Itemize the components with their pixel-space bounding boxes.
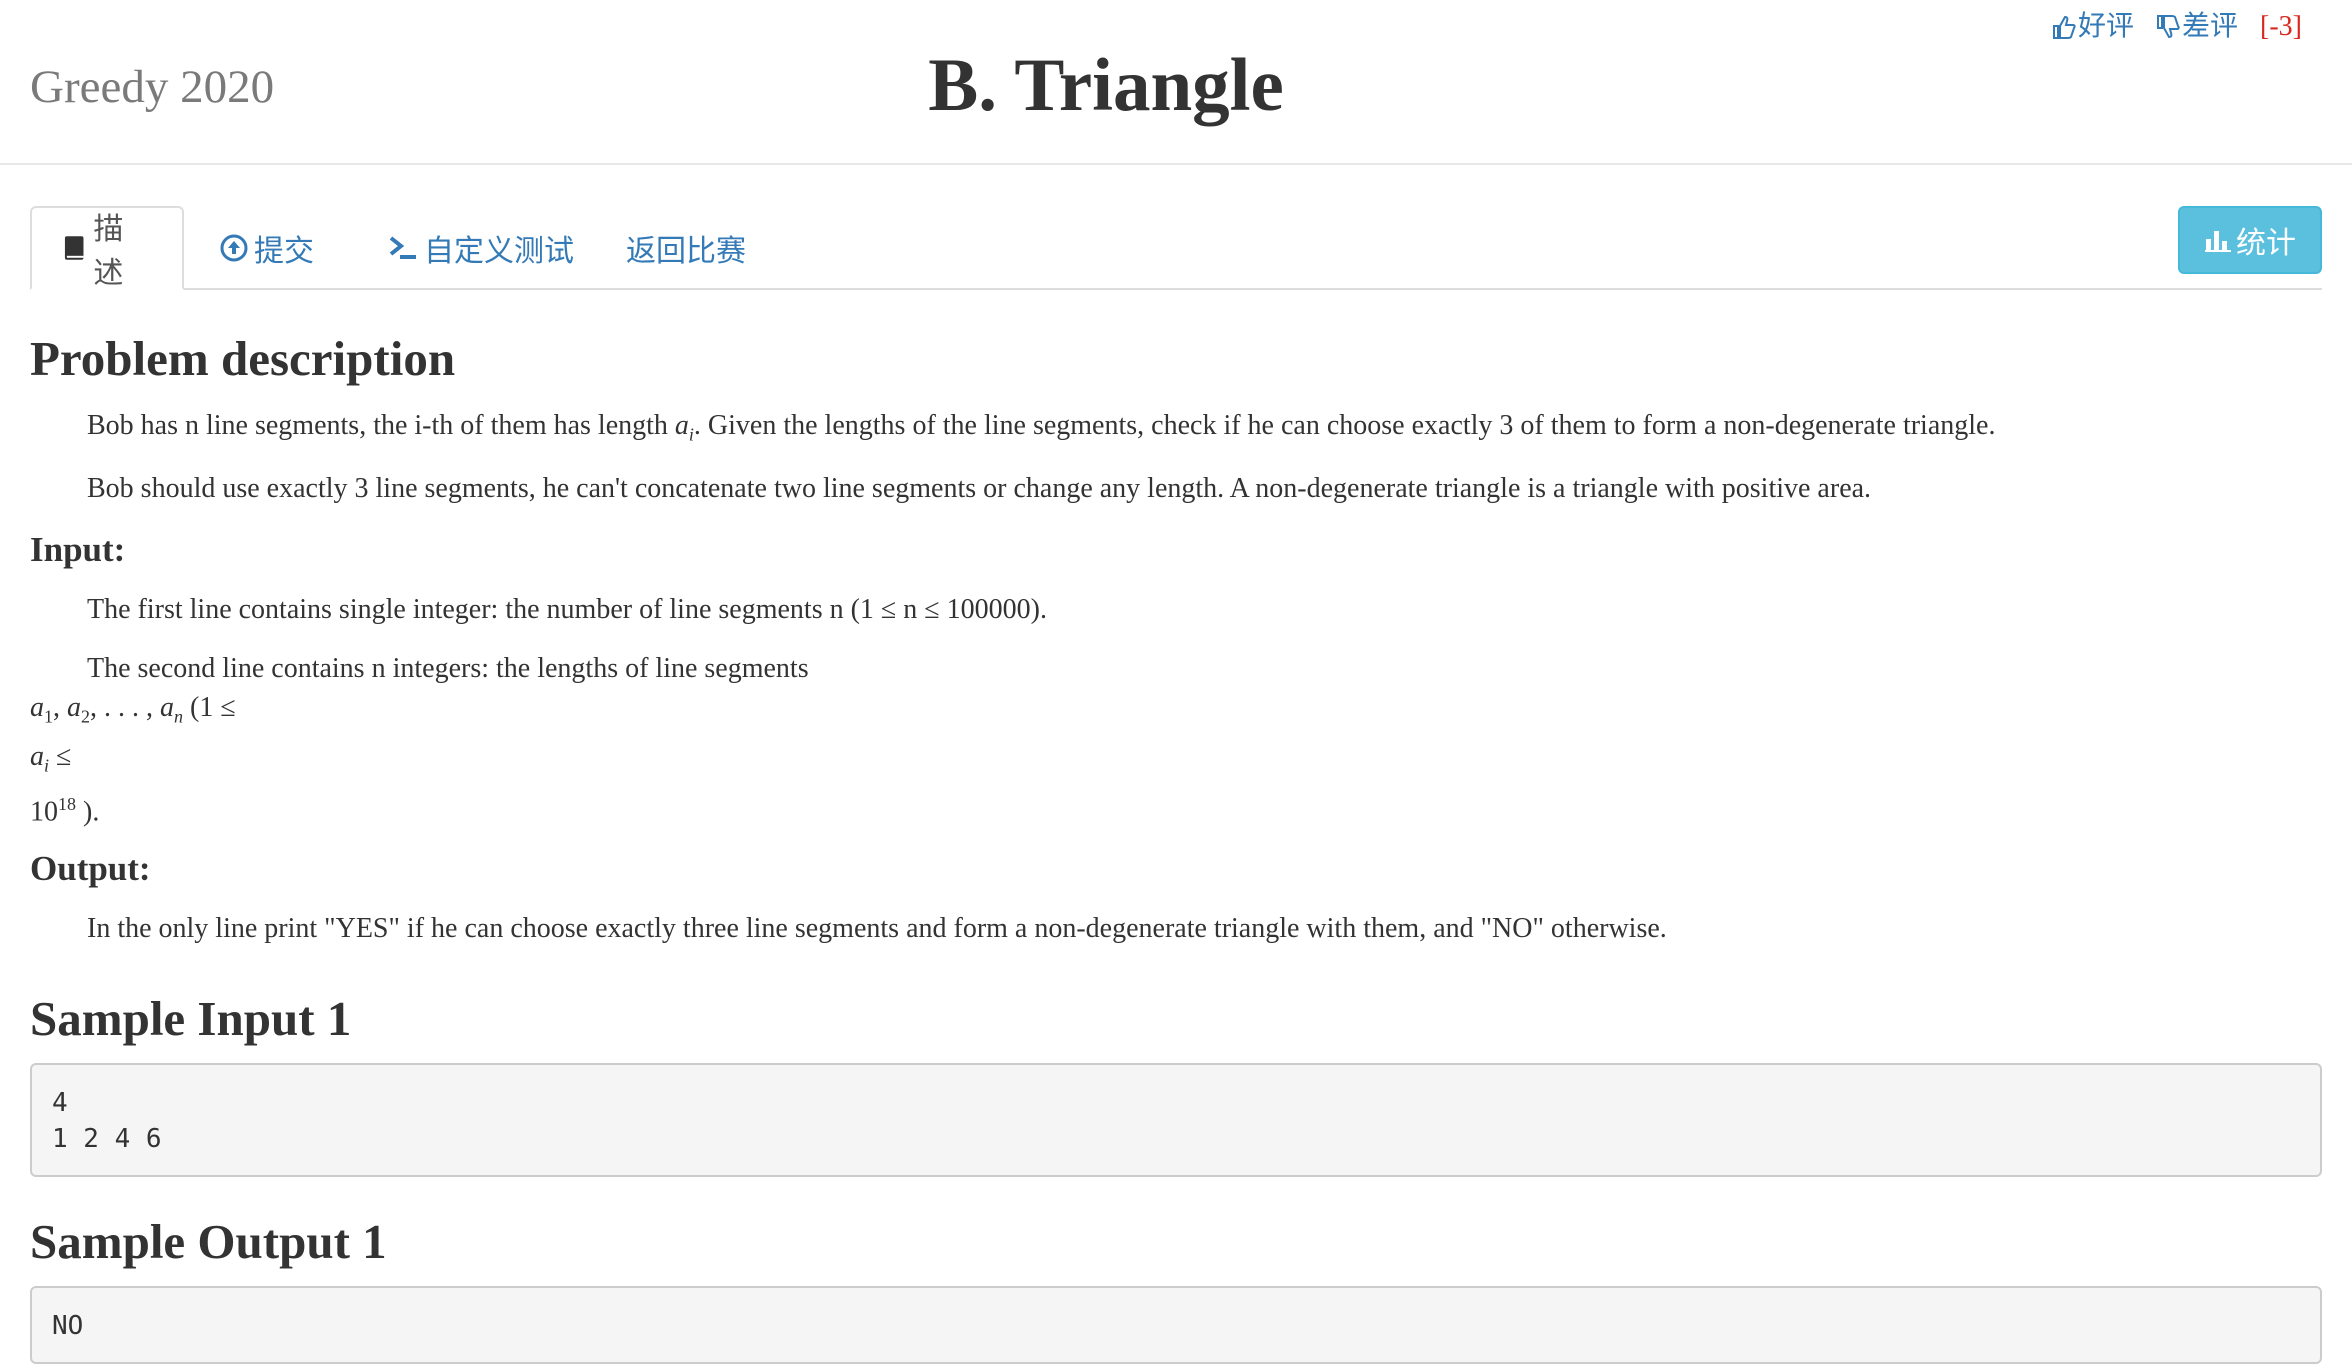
description-paragraph-1: Bob has n line segments, the i-th of the… bbox=[87, 410, 1996, 445]
sample-output-box[interactable]: NO bbox=[30, 1286, 2322, 1365]
tab-back-to-contest[interactable]: 返回比赛 bbox=[596, 206, 776, 290]
rating-bar: 好评 差评 [-3] bbox=[2052, 10, 2302, 44]
tab-custom-test[interactable]: 自定义测试 bbox=[358, 206, 604, 290]
output-paragraph-1: In the only line print "YES" if he can c… bbox=[87, 913, 1667, 945]
description-paragraph-2: Bob should use exactly 3 line segments, … bbox=[87, 473, 1872, 505]
rating-score: [-3] bbox=[2260, 11, 2302, 42]
good-rating-button[interactable]: 好评 bbox=[2052, 10, 2134, 44]
page-title: B. Triangle bbox=[928, 44, 1284, 127]
input-paragraph-2: The second line contains n integers: the… bbox=[87, 653, 809, 685]
tab-submit-label: 提交 bbox=[254, 235, 314, 268]
output-heading: Output: bbox=[30, 849, 151, 889]
tab-custom-test-label: 自定义测试 bbox=[424, 235, 574, 268]
tab-back-label: 返回比赛 bbox=[626, 235, 746, 268]
description-heading: Problem description bbox=[30, 331, 456, 386]
thumbs-up-icon bbox=[2052, 15, 2076, 39]
sample-input-box[interactable]: 4 1 2 4 6 bbox=[30, 1063, 2322, 1178]
page-header: Greedy 2020 B. Triangle 好评 差评 [-3] bbox=[0, 0, 2352, 165]
math-a-i: ai bbox=[674, 410, 694, 445]
tab-submit[interactable]: 提交 bbox=[190, 206, 344, 290]
problem-content: Problem description Bob has n line segme… bbox=[30, 320, 2322, 1365]
bar-chart-icon bbox=[2205, 231, 2231, 252]
tab-description-label: 描述 bbox=[93, 213, 124, 290]
book-icon bbox=[64, 236, 84, 260]
bad-rating-label: 差评 bbox=[2182, 11, 2239, 42]
input-constraint-math: a1, a2, . . . , an (1 ≤ ai ≤ 1018 ). bbox=[30, 691, 236, 828]
input-paragraph-1: The first line contains single integer: … bbox=[87, 593, 1047, 625]
sample-input-heading: Sample Input 1 bbox=[30, 991, 352, 1047]
good-rating-label: 好评 bbox=[2077, 11, 2134, 42]
stats-button-label: 统计 bbox=[2236, 227, 2296, 260]
bad-rating-button[interactable]: 差评 bbox=[2156, 10, 2238, 44]
thumbs-down-icon bbox=[2157, 15, 2180, 39]
stats-button[interactable]: 统计 bbox=[2178, 206, 2322, 274]
problem-tabs: 描述 提交 自定义测试 返回比赛 统计 bbox=[30, 206, 2322, 290]
upload-circle-icon bbox=[220, 234, 248, 262]
terminal-icon bbox=[389, 236, 416, 259]
sample-output-heading: Sample Output 1 bbox=[30, 1214, 387, 1270]
input-heading: Input: bbox=[30, 529, 126, 569]
tab-description[interactable]: 描述 bbox=[30, 206, 184, 290]
